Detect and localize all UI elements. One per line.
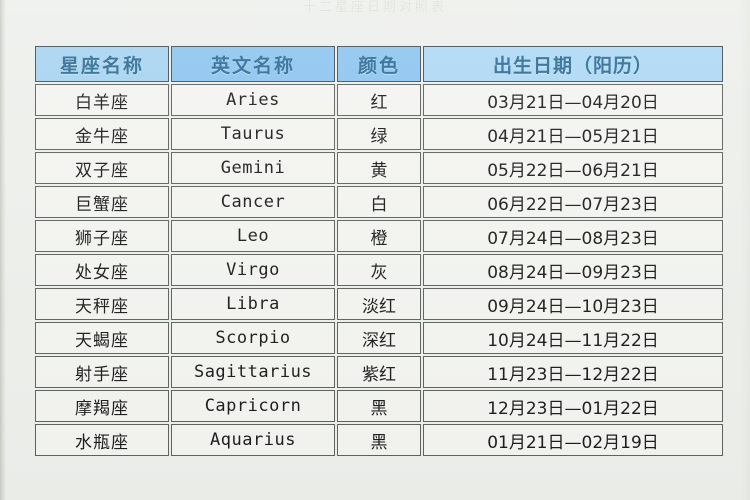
table-row: 处女座 Virgo 灰 08月24日—09月23日	[35, 254, 723, 286]
cell-english-name: Sagittarius	[171, 356, 335, 388]
table-row: 摩羯座 Capricorn 黑 12月23日—01月22日	[35, 390, 723, 422]
cell-english-name: Taurus	[171, 118, 335, 150]
table-row: 双子座 Gemini 黄 05月22日—06月21日	[35, 152, 723, 184]
table-row: 金牛座 Taurus 绿 04月21日—05月21日	[35, 118, 723, 150]
cell-birth-date: 11月23日—12月22日	[423, 356, 723, 388]
cell-color: 白	[337, 186, 421, 218]
cell-color: 绿	[337, 118, 421, 150]
cell-english-name: Scorpio	[171, 322, 335, 354]
cell-color: 淡红	[337, 288, 421, 320]
cell-zodiac-name: 处女座	[35, 254, 169, 286]
cell-color: 黑	[337, 424, 421, 456]
table-body: 白羊座 Aries 红 03月21日—04月20日 金牛座 Taurus 绿 04月21日—0…	[35, 84, 723, 456]
cell-birth-date: 07月24日—08月23日	[423, 220, 723, 252]
cell-zodiac-name: 巨蟹座	[35, 186, 169, 218]
table-row: 狮子座 Leo 橙 07月24日—08月23日	[35, 220, 723, 252]
cell-color: 灰	[337, 254, 421, 286]
cell-birth-date: 04月21日—05月21日	[423, 118, 723, 150]
cell-birth-date: 09月24日—10月23日	[423, 288, 723, 320]
cell-english-name: Cancer	[171, 186, 335, 218]
cell-zodiac-name: 摩羯座	[35, 390, 169, 422]
cell-english-name: Libra	[171, 288, 335, 320]
cell-english-name: Virgo	[171, 254, 335, 286]
cell-color: 黄	[337, 152, 421, 184]
cell-color: 紫红	[337, 356, 421, 388]
cell-color: 橙	[337, 220, 421, 252]
cell-color: 黑	[337, 390, 421, 422]
table-row: 白羊座 Aries 红 03月21日—04月20日	[35, 84, 723, 116]
cell-zodiac-name: 双子座	[35, 152, 169, 184]
cell-birth-date: 06月22日—07月23日	[423, 186, 723, 218]
cell-zodiac-name: 狮子座	[35, 220, 169, 252]
cell-english-name: Aries	[171, 84, 335, 116]
cell-color: 红	[337, 84, 421, 116]
table-row: 水瓶座 Aquarius 黑 01月21日—02月19日	[35, 424, 723, 456]
cell-zodiac-name: 射手座	[35, 356, 169, 388]
cell-color: 深红	[337, 322, 421, 354]
cell-zodiac-name: 金牛座	[35, 118, 169, 150]
scan-edge-right	[740, 0, 750, 500]
cell-english-name: Leo	[171, 220, 335, 252]
column-header-birth-date: 出生日期（阳历）	[423, 46, 723, 82]
scan-edge-left	[0, 0, 6, 500]
cut-off-title: 十二星座日期对照表	[302, 0, 447, 15]
table-header: 星座名称 英文名称 颜色 出生日期（阳历）	[35, 46, 723, 82]
table-row: 天秤座 Libra 淡红 09月24日—10月23日	[35, 288, 723, 320]
table-row: 巨蟹座 Cancer 白 06月22日—07月23日	[35, 186, 723, 218]
cell-birth-date: 05月22日—06月21日	[423, 152, 723, 184]
cell-zodiac-name: 白羊座	[35, 84, 169, 116]
zodiac-table-container: 星座名称 英文名称 颜色 出生日期（阳历） 白羊座 Aries 红 03月21日—04…	[33, 44, 723, 458]
page-root: 十二星座日期对照表 星座名称 英文名称 颜色 出生日期（阳历） 白羊座 Aries…	[0, 0, 750, 500]
cell-zodiac-name: 天蝎座	[35, 322, 169, 354]
cell-birth-date: 10月24日—11月22日	[423, 322, 723, 354]
cell-zodiac-name: 天秤座	[35, 288, 169, 320]
cell-birth-date: 08月24日—09月23日	[423, 254, 723, 286]
cell-english-name: Gemini	[171, 152, 335, 184]
column-header-english-name: 英文名称	[171, 46, 335, 82]
cell-english-name: Capricorn	[171, 390, 335, 422]
table-row: 天蝎座 Scorpio 深红 10月24日—11月22日	[35, 322, 723, 354]
cell-zodiac-name: 水瓶座	[35, 424, 169, 456]
cell-birth-date: 01月21日—02月19日	[423, 424, 723, 456]
zodiac-table: 星座名称 英文名称 颜色 出生日期（阳历） 白羊座 Aries 红 03月21日—04…	[33, 44, 725, 458]
table-row: 射手座 Sagittarius 紫红 11月23日—12月22日	[35, 356, 723, 388]
column-header-color: 颜色	[337, 46, 421, 82]
header-row: 星座名称 英文名称 颜色 出生日期（阳历）	[35, 46, 723, 82]
cell-birth-date: 03月21日—04月20日	[423, 84, 723, 116]
cell-birth-date: 12月23日—01月22日	[423, 390, 723, 422]
column-header-zodiac-name: 星座名称	[35, 46, 169, 82]
cell-english-name: Aquarius	[171, 424, 335, 456]
